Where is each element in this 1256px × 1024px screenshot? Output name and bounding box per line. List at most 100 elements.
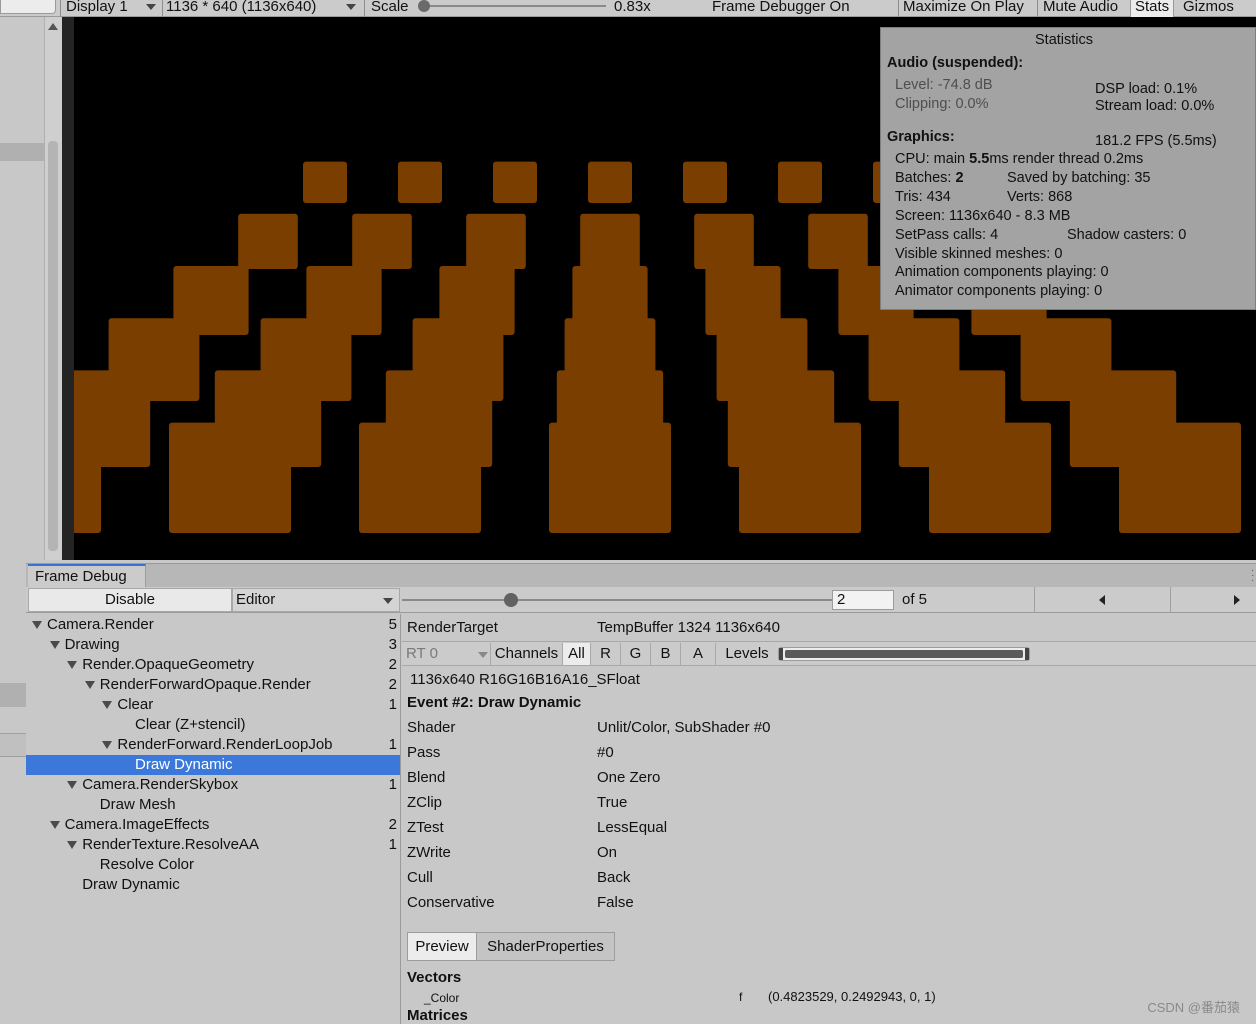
tree-row[interactable]: RenderForward.RenderLoopJob 1 <box>26 735 400 755</box>
resolution-dropdown[interactable]: 1136 * 640 (1136x640) <box>166 0 360 17</box>
scale-slider-track[interactable] <box>424 5 606 7</box>
previous-event-button[interactable] <box>1034 587 1171 613</box>
target-dropdown[interactable]: Editor <box>232 588 400 612</box>
arrow-right-icon <box>1234 595 1240 605</box>
channel-all-button[interactable]: All <box>562 643 590 665</box>
property-label: Blend <box>407 769 446 786</box>
tree-row-count: 3 <box>388 636 397 653</box>
matrices-header: Matrices <box>407 1007 468 1024</box>
stats-skinned-meshes: Visible skinned meshes: 0 <box>895 246 1063 262</box>
expand-arrow-icon[interactable] <box>67 661 78 669</box>
cube <box>683 161 727 203</box>
levels-slider[interactable] <box>778 647 1030 661</box>
event-slider-handle[interactable] <box>504 593 518 607</box>
left-panel-tab[interactable] <box>0 0 56 14</box>
cube <box>588 161 632 203</box>
tree-row[interactable]: Resolve Color <box>26 855 400 875</box>
expand-arrow-icon[interactable] <box>49 641 60 649</box>
cube <box>580 213 640 269</box>
stats-cpu-main: 5.5 <box>969 151 990 167</box>
expand-arrow-icon[interactable] <box>102 741 113 749</box>
scene-scrollbar[interactable] <box>44 17 62 560</box>
left-panel-band <box>0 143 44 161</box>
tree-row[interactable]: Clear 1 <box>26 695 400 715</box>
maximize-on-play-toggle[interactable]: Maximize On Play <box>903 0 1024 17</box>
channel-r-button[interactable]: R <box>590 643 620 665</box>
levels-label: Levels <box>725 645 769 662</box>
property-value: On <box>597 844 618 861</box>
next-event-button[interactable] <box>1171 587 1256 613</box>
tree-row[interactable]: Camera.Render 5 <box>26 615 400 635</box>
display-label: Display 1 <box>66 0 128 15</box>
toolbar-separator <box>364 0 365 17</box>
gizmos-dropdown[interactable]: Gizmos <box>1183 0 1234 17</box>
vector-name: _Color <box>424 991 460 1005</box>
tree-row[interactable]: Drawing 3 <box>26 635 400 655</box>
shader-properties-tab[interactable]: ShaderProperties <box>477 932 615 961</box>
preview-tab[interactable]: Preview <box>407 932 477 961</box>
tree-row[interactable]: Render.OpaqueGeometry 2 <box>26 655 400 675</box>
stats-cpu-prefix: CPU: main <box>895 151 970 167</box>
levels-min-handle[interactable] <box>779 648 783 660</box>
stats-dsp-load: DSP load: 0.1% <box>1095 81 1198 97</box>
channel-a-button[interactable]: A <box>680 643 716 665</box>
tree-row[interactable]: Camera.RenderSkybox 1 <box>26 775 400 795</box>
tree-row[interactable]: Draw Dynamic <box>26 875 400 895</box>
disable-button[interactable]: Disable <box>28 588 232 612</box>
property-label: ZClip <box>407 794 443 811</box>
tree-row-label: Draw Dynamic <box>135 756 233 773</box>
expand-arrow-icon[interactable] <box>84 681 95 689</box>
tree-row-label: Draw Dynamic <box>82 876 180 893</box>
cube <box>352 213 412 269</box>
scroll-up-arrow-icon[interactable] <box>48 23 58 30</box>
display-dropdown[interactable]: Display 1 <box>66 0 160 17</box>
cube <box>359 422 481 533</box>
expand-arrow-icon[interactable] <box>49 821 60 829</box>
channels-bar: RT 0 Channels All R G B A Levels <box>402 641 1256 666</box>
channel-g-button[interactable]: G <box>620 643 650 665</box>
event-index-input[interactable]: 2 <box>832 590 894 610</box>
tree-row-label: Camera.RenderSkybox <box>82 776 239 793</box>
property-label: ZTest <box>407 819 444 836</box>
tree-row[interactable]: Camera.ImageEffects 2 <box>26 815 400 835</box>
scrollbar-thumb[interactable] <box>48 141 58 551</box>
property-value: Unlit/Color, SubShader #0 <box>597 719 771 736</box>
expand-arrow-icon[interactable] <box>67 781 78 789</box>
cube <box>929 422 1051 533</box>
expand-arrow-icon[interactable] <box>67 841 78 849</box>
stats-audio-level: Level: -74.8 dB <box>895 77 993 93</box>
property-label: Conservative <box>407 894 495 911</box>
tree-row-count: 1 <box>388 696 397 713</box>
tree-row-count: 1 <box>388 836 397 853</box>
frame-debug-tab[interactable]: Frame Debug <box>28 564 146 588</box>
window-menu-icon[interactable]: · · · <box>1251 566 1254 586</box>
stats-batches-value: 2 <box>955 170 964 186</box>
expand-arrow-icon[interactable] <box>32 621 42 629</box>
levels-max-handle[interactable] <box>1025 648 1029 660</box>
mute-audio-toggle[interactable]: Mute Audio <box>1043 0 1118 17</box>
tree-row[interactable]: Draw Mesh <box>26 795 400 815</box>
tree-row-count: 2 <box>388 676 397 693</box>
toolbar-separator <box>1037 0 1038 17</box>
property-value: Back <box>597 869 631 886</box>
tree-row-count: 2 <box>388 656 397 673</box>
stats-audio-clipping: Clipping: 0.0% <box>895 96 989 112</box>
cube <box>694 213 754 269</box>
channel-b-button[interactable]: B <box>650 643 680 665</box>
stats-screen: Screen: 1136x640 - 8.3 MB <box>895 208 1071 224</box>
stats-fps: 181.2 FPS (5.5ms) <box>1095 133 1217 149</box>
rt-dropdown[interactable]: RT 0 <box>406 643 490 665</box>
event-slider-track[interactable] <box>402 599 850 601</box>
scale-slider-handle[interactable] <box>418 0 430 12</box>
stats-toggle[interactable]: Stats <box>1130 0 1175 17</box>
stats-stream-load: Stream load: 0.0% <box>1095 98 1215 114</box>
tree-row-label: Resolve Color <box>99 856 195 873</box>
tree-row[interactable]: RenderTexture.ResolveAA 1 <box>26 835 400 855</box>
tree-row[interactable]: Clear (Z+stencil) <box>26 715 400 735</box>
tree-row[interactable]: Draw Dynamic <box>26 755 400 775</box>
expand-arrow-icon[interactable] <box>102 701 113 709</box>
tree-row[interactable]: RenderForwardOpaque.Render 2 <box>26 675 400 695</box>
stats-cpu: CPU: main 5.5ms render thread 0.2ms <box>895 151 1143 167</box>
render-target-value: TempBuffer 1324 1136x640 <box>597 619 780 636</box>
tree-row-label: RenderForward.RenderLoopJob <box>117 736 333 753</box>
